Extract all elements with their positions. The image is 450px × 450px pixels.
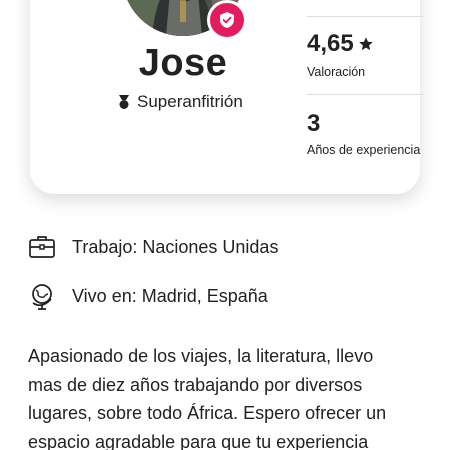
stats-divider-middle <box>307 94 423 95</box>
experience-label: Años de experiencia <box>307 143 421 157</box>
host-name: Jose <box>138 42 228 84</box>
star-icon <box>358 37 373 51</box>
stats-divider-top <box>307 16 423 17</box>
bio-line: mas de diez años trabajando por diversos <box>28 374 363 395</box>
verified-badge <box>207 0 247 40</box>
work-text: Trabajo: Naciones Unidas <box>72 236 279 257</box>
rating-label: Valoración <box>307 65 366 79</box>
globe-icon <box>32 284 52 310</box>
host-profile-page: Jose Superanfitrión 4,65 Valoración 3 Añ… <box>0 0 450 450</box>
host-card: Jose Superanfitrión 4,65 Valoración 3 Añ… <box>30 0 423 194</box>
bio-line: espacio agradable para que tu experienci… <box>28 431 369 450</box>
experience-value: 3 <box>307 110 321 137</box>
superhost-badge: Superanfitrión <box>118 92 243 112</box>
location-text: Vivo en: Madrid, España <box>72 285 268 306</box>
briefcase-icon <box>29 236 55 258</box>
bio-line: lugares, sobre todo África. Espero ofrec… <box>28 403 387 423</box>
host-bio: Apasionado de los viajes, la literatura,… <box>28 342 432 450</box>
bio-line: Apasionado de los viajes, la literatura,… <box>28 346 374 366</box>
rating-value: 4,65 <box>307 30 374 58</box>
work-row: Trabajo: Naciones Unidas <box>28 233 278 261</box>
superhost-label: Superanfitrión <box>137 92 243 111</box>
shield-check-icon <box>220 12 234 28</box>
superhost-medal-icon <box>119 95 129 109</box>
location-row: Vivo en: Madrid, España <box>28 282 268 310</box>
